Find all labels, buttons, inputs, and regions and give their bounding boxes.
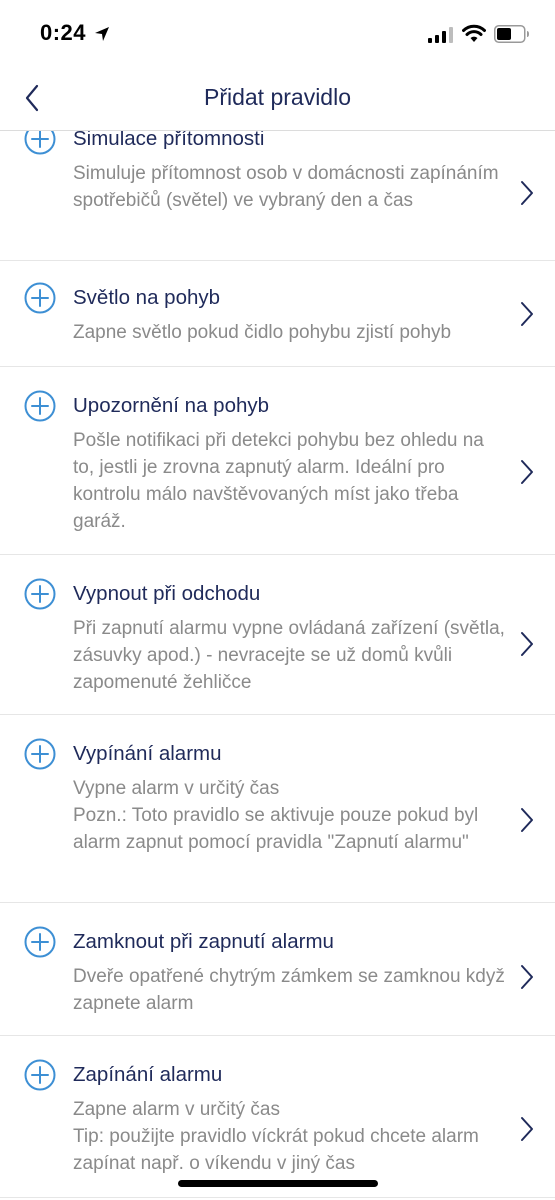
rule-description: Pošle notifikaci při detekci pohybu bez … (73, 430, 484, 532)
rule-title: Vypínání alarmu (73, 742, 222, 765)
cellular-signal-icon (428, 27, 453, 43)
chevron-right-icon (521, 1117, 533, 1142)
plus-circle-icon (24, 738, 56, 770)
rule-item-vypnout-pri-odchodu[interactable]: Vypnout při odchodu Při zapnutí alarmu v… (0, 555, 555, 715)
plus-circle-icon (24, 578, 56, 610)
rule-item-vypinani-alarmu[interactable]: Vypínání alarmu Vypne alarm v určitý čas… (0, 715, 555, 903)
plus-circle-icon (24, 390, 56, 422)
rule-description: Zapne světlo pokud čidlo pohybu zjistí p… (73, 322, 452, 343)
plus-circle-icon (24, 926, 56, 958)
rule-title: Simulace přítomnosti (73, 130, 265, 150)
chevron-right-icon (521, 632, 533, 657)
battery-icon (494, 25, 529, 43)
wifi-icon (462, 24, 486, 42)
rule-title: Zamknout při zapnutí alarmu (73, 930, 334, 953)
rule-item-upozorneni-na-pohyb[interactable]: Upozornění na pohyb Pošle notifikaci při… (0, 367, 555, 555)
rule-title: Světlo na pohyb (73, 286, 221, 309)
plus-circle-icon (24, 130, 56, 155)
status-bar: 0:24 (0, 0, 555, 68)
rule-title: Vypnout při odchodu (73, 582, 261, 605)
rule-title: Upozornění na pohyb (73, 394, 270, 417)
rule-item-simulace-pritomnosti[interactable]: Simulace přítomnosti Simuluje přítomnost… (0, 130, 555, 261)
location-arrow-icon (95, 27, 109, 41)
rule-title: Zapínání alarmu (73, 1063, 223, 1086)
status-time: 0:24 (40, 20, 87, 45)
plus-circle-icon (24, 282, 56, 314)
chevron-right-icon (521, 807, 533, 832)
rule-description: Zapne alarm v určitý čas Tip: použijte p… (73, 1099, 479, 1174)
chevron-right-icon (521, 181, 533, 206)
chevron-right-icon (521, 964, 533, 989)
rules-list[interactable]: Simulace přítomnosti Simuluje přítomnost… (0, 130, 555, 1200)
chevron-right-icon (521, 459, 533, 484)
rule-description: Dveře opatřené chytrým zámkem se zamknou… (73, 966, 505, 1014)
rule-item-zamknout-pri-zapnuti-alarmu[interactable]: Zamknout při zapnutí alarmu Dveře opatře… (0, 903, 555, 1036)
plus-circle-icon (24, 1059, 56, 1091)
chevron-right-icon (521, 301, 533, 326)
home-indicator[interactable] (178, 1180, 378, 1187)
page-title: Přidat pravidlo (203, 84, 352, 110)
rule-item-svetlo-na-pohyb[interactable]: Světlo na pohyb Zapne světlo pokud čidlo… (0, 261, 555, 367)
rule-description: Při zapnutí alarmu vypne ovládaná zaříze… (73, 618, 505, 693)
rule-item-zapinani-alarmu[interactable]: Zapínání alarmu Zapne alarm v určitý čas… (0, 1036, 555, 1198)
rule-description: Vypne alarm v určitý čas Pozn.: Toto pra… (73, 778, 479, 853)
navigation-bar: Přidat pravidlo (0, 68, 555, 131)
rule-description: Simuluje přítomnost osob v domácnosti za… (73, 163, 499, 211)
